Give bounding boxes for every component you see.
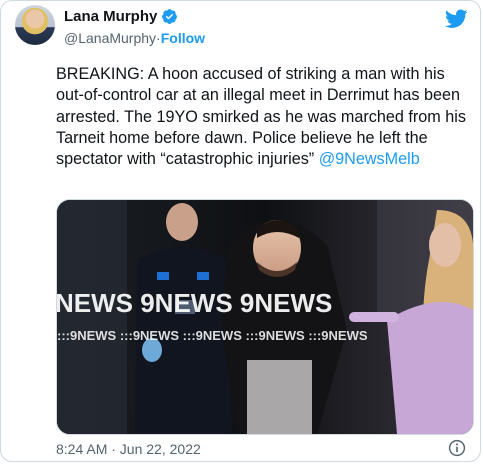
watermark-small: :::9NEWS :::9NEWS :::9NEWS :::9NEWS :::9… [57,328,368,343]
author-handle[interactable]: @LanaMurphy [64,30,156,46]
tweet-card: Lana Murphy @LanaMurphy · Follow BREAKIN… [0,0,481,462]
tweet-video[interactable]: NEWS 9NEWS 9NEWS :::9NEWS :::9NEWS :::9N… [56,199,474,435]
twitter-bird-icon[interactable] [444,9,468,29]
tweet-text: BREAKING: A hoon accused of striking a m… [56,64,470,170]
mention-link[interactable]: @9NewsMelb [319,150,420,168]
video-frame: NEWS 9NEWS 9NEWS :::9NEWS :::9NEWS :::9N… [57,200,473,434]
author-name-row: Lana Murphy [64,8,178,25]
tweet-timestamp[interactable]: 8:24 AM · Jun 22, 2022 [56,441,201,457]
author-avatar[interactable] [15,5,55,45]
author-handle-row: @LanaMurphy · Follow [64,30,205,46]
follow-button[interactable]: Follow [161,30,205,46]
watermark-main: NEWS 9NEWS 9NEWS [57,288,332,318]
verified-badge-icon [161,8,178,25]
author-name[interactable]: Lana Murphy [64,8,157,25]
info-icon[interactable] [448,439,466,457]
